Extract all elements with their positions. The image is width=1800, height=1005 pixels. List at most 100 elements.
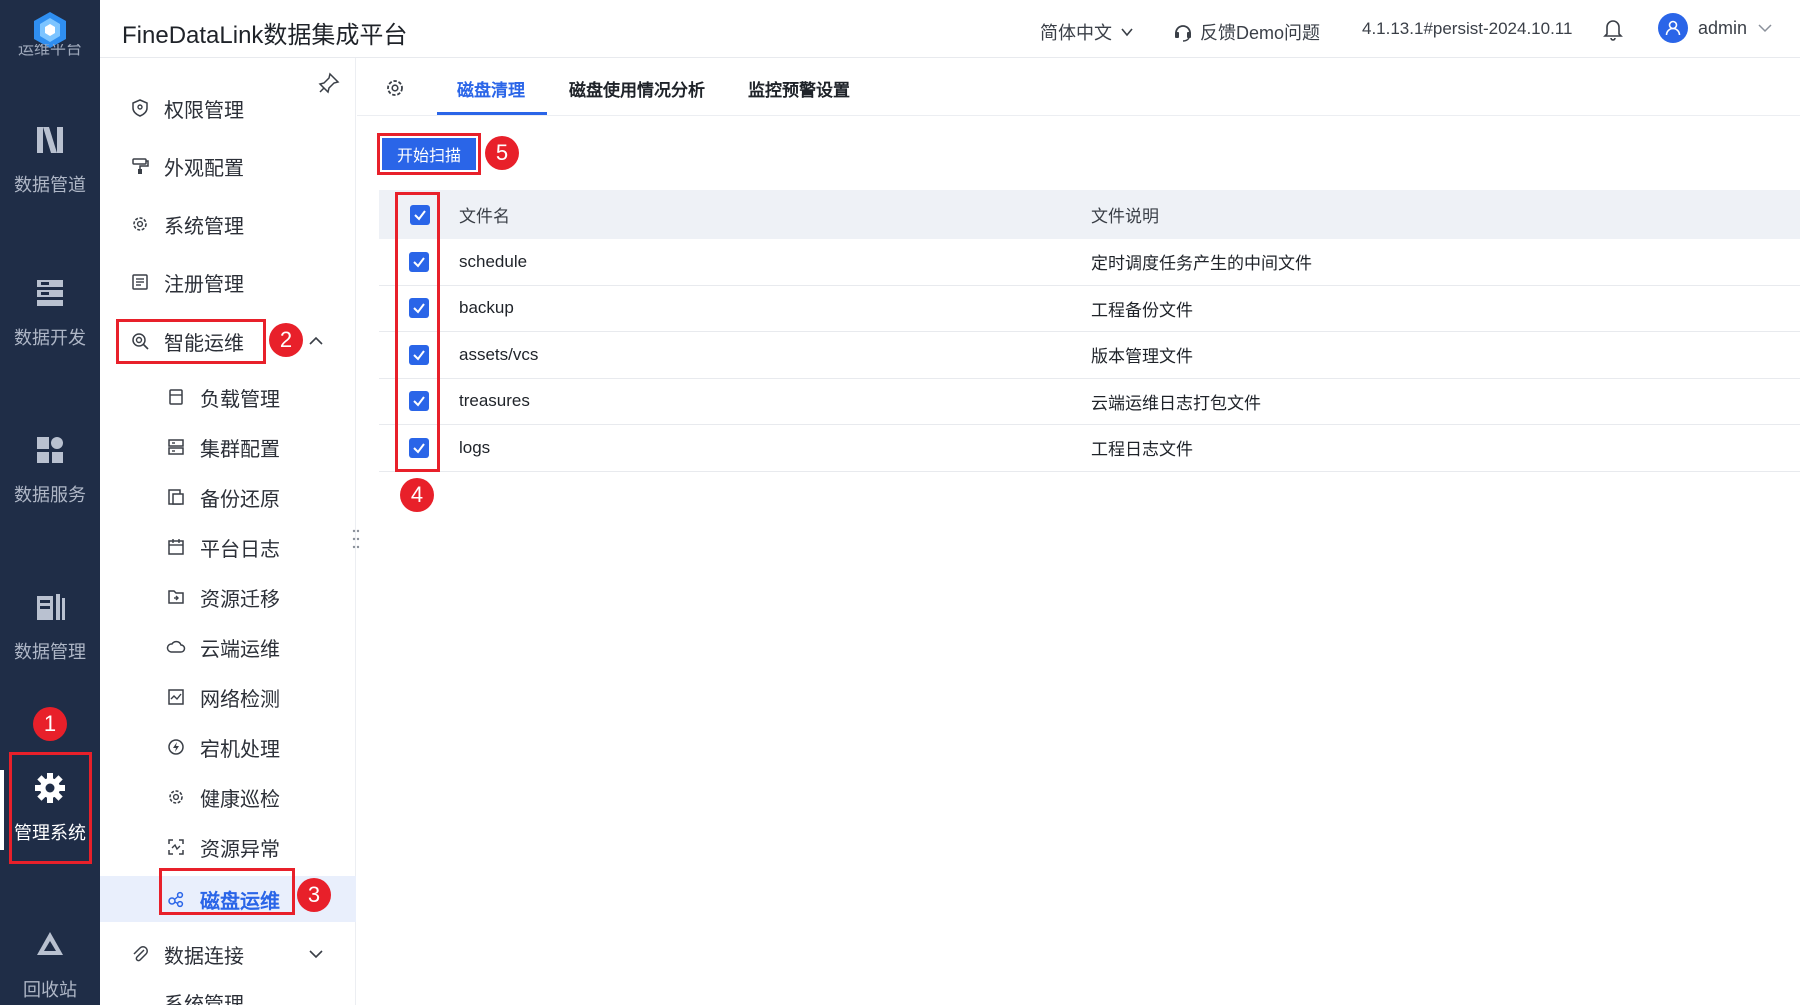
- drag-handle-icon[interactable]: [352, 528, 360, 550]
- rail-item-service[interactable]: 数据服务: [0, 410, 100, 530]
- menu-item-register[interactable]: 注册管理: [100, 262, 356, 302]
- menu-subitem-network[interactable]: 网络检测: [100, 677, 356, 717]
- user-menu[interactable]: admin: [1658, 13, 1773, 43]
- cell-filename: schedule: [459, 251, 528, 271]
- menu-item-label: 磁盘运维: [200, 890, 280, 913]
- rail-label: 管理系统: [14, 823, 86, 843]
- menu-item-label: 注册管理: [164, 273, 244, 296]
- menu-subitem-cloud-ops[interactable]: 云端运维: [100, 627, 356, 667]
- settings-gear-icon[interactable]: [384, 77, 406, 99]
- step-badge-5: 5: [485, 136, 519, 170]
- table-row[interactable]: logs 工程日志文件: [379, 425, 1800, 472]
- cluster-icon: [168, 439, 184, 455]
- rail-item-recycle[interactable]: 回收站: [0, 905, 100, 1005]
- step-badge-2: 2: [269, 323, 303, 357]
- rail-item-system-manage[interactable]: 管理系统: [0, 748, 100, 868]
- feedback-label: 反馈Demo问题: [1200, 23, 1321, 43]
- network-icon: [168, 689, 184, 705]
- step-badge-1: 1: [33, 707, 67, 741]
- menu-item-system[interactable]: 系统管理: [100, 204, 356, 244]
- menu-subitem-platform-log[interactable]: 平台日志: [100, 527, 356, 567]
- table-row[interactable]: backup 工程备份文件: [379, 286, 1800, 332]
- cell-description: 工程日志文件: [1091, 440, 1193, 460]
- cell-description: 版本管理文件: [1091, 347, 1193, 367]
- dev-icon: [37, 280, 63, 306]
- chevron-down-icon: [1758, 24, 1772, 33]
- data-manage-icon: [37, 594, 65, 620]
- chevron-down-icon[interactable]: [307, 945, 325, 963]
- table-row[interactable]: assets/vcs 版本管理文件: [379, 332, 1800, 379]
- row-checkbox[interactable]: [409, 251, 429, 272]
- anomaly-icon: [168, 839, 184, 855]
- tab-disk-usage[interactable]: 磁盘使用情况分析: [569, 76, 705, 101]
- row-checkbox[interactable]: [409, 298, 429, 319]
- menu-subitem-load[interactable]: 负载管理: [100, 377, 356, 417]
- select-all-checkbox[interactable]: [410, 204, 430, 225]
- menu-item-data-connection[interactable]: 数据连接: [100, 934, 356, 974]
- recycle-icon: [37, 932, 63, 955]
- column-header-description: 文件说明: [1091, 207, 1159, 226]
- menu-item-label: 外观配置: [164, 157, 244, 180]
- calendar-icon: [168, 539, 184, 555]
- start-scan-button[interactable]: 开始扫描: [382, 138, 476, 170]
- table-header: 文件名 文件说明: [379, 190, 1800, 239]
- menu-item-cutoff[interactable]: 系统管理: [100, 988, 356, 1005]
- bell-icon[interactable]: [1602, 17, 1624, 41]
- language-switcher[interactable]: 简体中文: [1040, 19, 1134, 45]
- tab-active-underline: [437, 112, 547, 115]
- rail-item-pipeline[interactable]: 数据管道: [0, 100, 100, 220]
- rail-item-data-manage[interactable]: 数据管理: [0, 567, 100, 687]
- row-checkbox[interactable]: [409, 391, 429, 412]
- service-icon: [37, 437, 63, 463]
- headset-icon: [1175, 25, 1191, 42]
- menu-subitem-resource-anomaly[interactable]: 资源异常: [100, 827, 356, 867]
- menu-item-appearance[interactable]: 外观配置: [100, 146, 356, 186]
- rail-label: 数据管道: [14, 175, 86, 195]
- tab-monitor-alert[interactable]: 监控预警设置: [748, 76, 850, 101]
- language-label: 简体中文: [1040, 23, 1112, 43]
- step-badge-3: 3: [297, 878, 331, 912]
- tab-disk-cleanup[interactable]: 磁盘清理: [457, 76, 525, 101]
- cell-description: 云端运维日志打包文件: [1091, 393, 1261, 413]
- shield-icon: [132, 99, 148, 117]
- content-tabs: 磁盘清理 磁盘使用情况分析 监控预警设置: [357, 58, 1800, 116]
- rail-label: 回收站: [23, 980, 77, 1000]
- menu-subitem-health[interactable]: 健康巡检: [100, 777, 356, 817]
- cell-filename: treasures: [459, 391, 530, 411]
- app-title: FineDataLink数据集成平台: [122, 22, 408, 49]
- rail-item-dev[interactable]: 数据开发: [0, 253, 100, 373]
- menu-item-label: 资源迁移: [200, 588, 280, 611]
- chevron-up-icon[interactable]: [307, 332, 325, 350]
- row-checkbox[interactable]: [409, 437, 429, 458]
- check-icon: [413, 443, 425, 454]
- user-icon: [1665, 20, 1681, 36]
- check-icon: [414, 209, 426, 221]
- secondary-menu: 权限管理 外观配置 系统管理 注册管理 智能运维 负载管理 集群配置 备份还原 …: [100, 58, 356, 1005]
- cell-filename: backup: [459, 298, 514, 318]
- menu-item-label: 智能运维: [164, 332, 244, 355]
- menu-item-label: 系统管理: [164, 994, 244, 1005]
- pipeline-icon: [37, 127, 63, 153]
- menu-item-label: 平台日志: [200, 538, 280, 561]
- rail-label: 数据服务: [14, 485, 86, 505]
- column-header-filename: 文件名: [459, 207, 510, 226]
- table-row[interactable]: treasures 云端运维日志打包文件: [379, 379, 1800, 425]
- table-row[interactable]: schedule 定时调度任务产生的中间文件: [379, 239, 1800, 286]
- paint-roller-icon: [132, 158, 149, 174]
- rail-label: 数据开发: [14, 328, 86, 348]
- menu-item-label: 网络检测: [200, 688, 280, 711]
- version-label: 4.1.13.1#persist-2024.10.11: [1362, 19, 1573, 38]
- cloud-icon: [166, 640, 186, 653]
- lightning-icon: [168, 739, 184, 755]
- menu-subitem-migrate[interactable]: 资源迁移: [100, 577, 356, 617]
- menu-subitem-backup[interactable]: 备份还原: [100, 477, 356, 517]
- rail-label: 数据管理: [14, 642, 86, 662]
- menu-subitem-downtime[interactable]: 宕机处理: [100, 727, 356, 767]
- load-icon: [169, 389, 183, 405]
- feedback-link[interactable]: 反馈Demo问题: [1172, 19, 1320, 45]
- row-checkbox[interactable]: [409, 344, 429, 365]
- menu-item-smart-ops[interactable]: 智能运维: [100, 321, 356, 361]
- menu-subitem-cluster[interactable]: 集群配置: [100, 427, 356, 467]
- menu-item-permission[interactable]: 权限管理: [100, 88, 356, 128]
- cell-description: 定时调度任务产生的中间文件: [1091, 254, 1312, 274]
